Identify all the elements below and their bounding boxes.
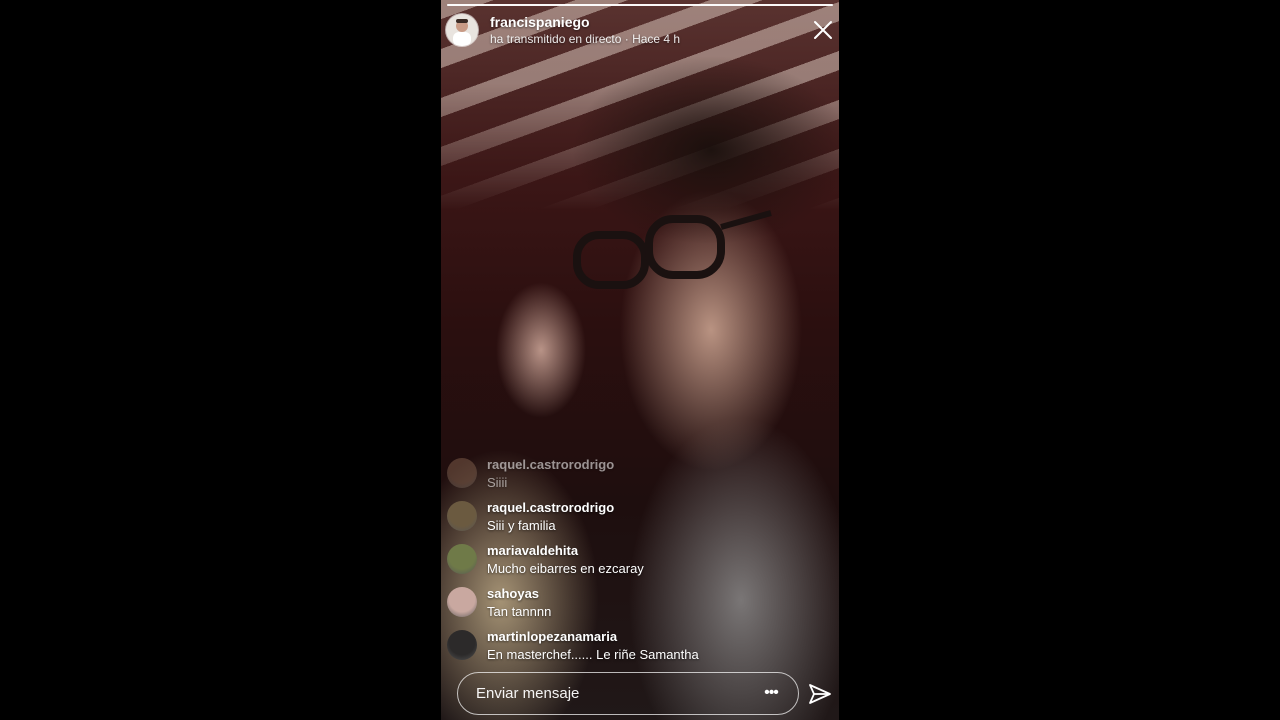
comment-item: mariavaldehita Mucho eibarres en ezcaray: [441, 538, 839, 578]
live-replay-viewer: francispaniego ha transmitido en directo…: [441, 0, 839, 720]
close-button[interactable]: [811, 18, 835, 42]
comment-item: raquel.castrorodrigo Siiii: [441, 452, 839, 492]
avatar[interactable]: [446, 14, 478, 46]
comment-avatar[interactable]: [447, 587, 477, 617]
close-icon: [814, 21, 832, 39]
comment-text: Siii y familia: [487, 518, 556, 533]
story-header: francispaniego ha transmitido en directo…: [441, 0, 839, 60]
comment-text: Mucho eibarres en ezcaray: [487, 561, 644, 576]
send-icon: [809, 684, 831, 704]
comment-avatar[interactable]: [447, 630, 477, 660]
comment-avatar[interactable]: [447, 544, 477, 574]
more-options-button[interactable]: •••: [760, 684, 782, 704]
broadcast-status: ha transmitido en directo · Hace 4 h: [490, 32, 681, 46]
comment-item: raquel.castrorodrigo Siii y familia: [441, 495, 839, 535]
comment-avatar[interactable]: [447, 501, 477, 531]
video-subject-glasses: [573, 210, 772, 289]
comment-text: Tan tannnn: [487, 604, 552, 619]
send-message-input[interactable]: Enviar mensaje •••: [457, 672, 799, 715]
send-button[interactable]: [808, 682, 832, 706]
comment-username[interactable]: martinlopezanamaria: [487, 629, 617, 644]
more-options-icon: •••: [764, 684, 779, 701]
send-message-placeholder: Enviar mensaje: [476, 685, 580, 702]
comment-text: Siiii: [487, 475, 508, 490]
comment-item: sahoyas Tan tannnn: [441, 581, 839, 621]
avatar-image-icon: [453, 19, 471, 46]
comment-avatar[interactable]: [447, 458, 477, 488]
comment-item: martinlopezanamaria En masterchef...... …: [441, 624, 839, 664]
comment-username[interactable]: raquel.castrorodrigo: [487, 457, 614, 472]
comment-username[interactable]: raquel.castrorodrigo: [487, 500, 614, 515]
comment-username[interactable]: mariavaldehita: [487, 543, 578, 558]
comment-text: En masterchef...... Le riñe Samantha: [487, 647, 699, 662]
comment-username[interactable]: sahoyas: [487, 586, 539, 601]
username[interactable]: francispaniego: [490, 14, 590, 30]
